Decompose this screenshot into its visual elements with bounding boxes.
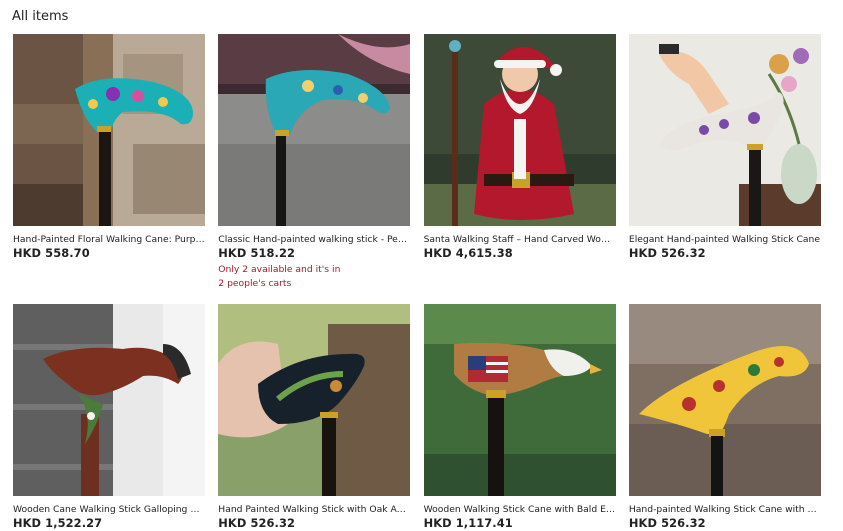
eagle-cane-photo[interactable]: [423, 304, 616, 496]
listing-price: HKD 1,522.27: [13, 516, 103, 530]
listing-price: HKD 4,615.38: [423, 246, 513, 260]
listing-title[interactable]: Hand-Painted Floral Walking Cane: Purple…: [13, 234, 205, 246]
low-stock-line: Only 2 available and it's in: [218, 264, 341, 275]
listing-title[interactable]: Santa Walking Staff – Hand Carved Wooden: [424, 234, 616, 246]
listing-title[interactable]: Wooden Walking Stick Cane with Bald Eagl…: [424, 504, 616, 516]
listing-card[interactable]: Wooden Cane Walking Stick Galloping Hors…: [13, 304, 205, 531]
listing-card[interactable]: Wooden Walking Stick Cane with Bald Eagl…: [423, 304, 616, 531]
listing-price: HKD 1,117.41: [423, 516, 513, 530]
horse-cane-photo[interactable]: [13, 304, 205, 496]
listing-card[interactable]: Classic Hand-painted walking stick - Pea…: [218, 34, 411, 304]
oak-cane-photo[interactable]: [218, 304, 411, 496]
peacock-cane-photo[interactable]: [218, 34, 411, 226]
listing-card[interactable]: Santa Walking Staff – Hand Carved Wooden…: [423, 34, 616, 304]
listing-price: HKD 526.32: [218, 516, 296, 530]
floral-teal-cane-photo[interactable]: [13, 34, 205, 226]
low-stock-notice: Only 2 available and it's in 2 people's …: [218, 263, 410, 291]
listing-title[interactable]: Classic Hand-painted walking stick - Pea…: [218, 234, 410, 246]
white-floral-cane-photo[interactable]: [628, 34, 821, 226]
listing-price: HKD 526.32: [628, 246, 706, 260]
listing-card[interactable]: Hand-painted Walking Stick Cane with Flo…: [628, 304, 821, 531]
listing-price: HKD 518.22: [218, 246, 296, 260]
listing-title[interactable]: Hand Painted Walking Stick with Oak Acor…: [218, 504, 410, 516]
listing-title[interactable]: Wooden Cane Walking Stick Galloping Hors…: [13, 504, 205, 516]
listing-card[interactable]: Hand Painted Walking Stick with Oak Acor…: [218, 304, 411, 531]
section-title: All items: [12, 9, 69, 24]
listing-price: HKD 558.70: [13, 246, 90, 260]
listing-price: HKD 526.32: [628, 516, 706, 530]
yellow-floral-cane-photo[interactable]: [628, 304, 821, 496]
santa-staff-photo[interactable]: [423, 34, 616, 226]
listing-card[interactable]: Elegant Hand-painted Walking Stick Cane …: [628, 34, 821, 304]
low-stock-line: 2 people's carts: [218, 278, 292, 289]
listing-card[interactable]: Hand-Painted Floral Walking Cane: Purple…: [13, 34, 205, 304]
listing-grid: Hand-Painted Floral Walking Cane: Purple…: [13, 34, 821, 531]
listing-title[interactable]: Elegant Hand-painted Walking Stick Cane: [629, 234, 821, 246]
listing-title[interactable]: Hand-painted Walking Stick Cane with Flo…: [629, 504, 821, 516]
